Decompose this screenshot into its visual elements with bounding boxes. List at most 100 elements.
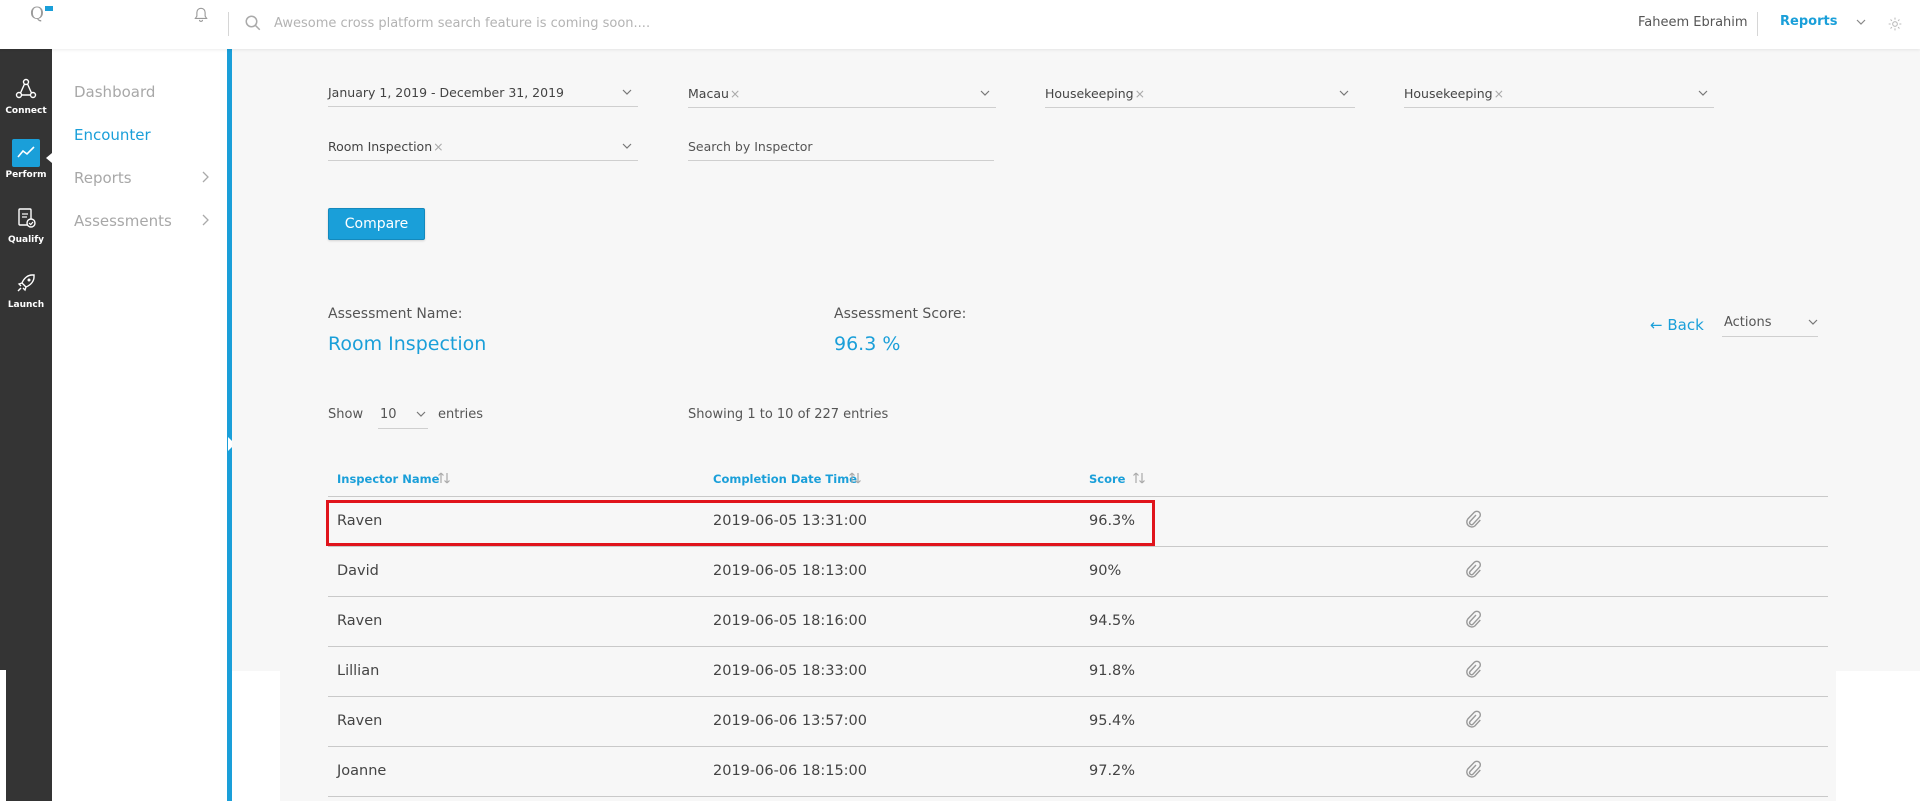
- score-cell: 95.4%: [1089, 713, 1136, 729]
- chevron-down-icon: [622, 143, 632, 149]
- rail-item-launch[interactable]: Launch: [0, 269, 52, 310]
- table-row[interactable]: Raven 2019-06-06 13:57:00 95.4%: [328, 697, 1828, 747]
- sort-icon[interactable]: [437, 470, 451, 486]
- chevron-right-icon[interactable]: [200, 171, 210, 183]
- assessment-name-label: Assessment Name:: [328, 306, 463, 322]
- rocket-icon: [17, 274, 35, 292]
- subnav-item-dashboard[interactable]: Dashboard: [74, 83, 155, 101]
- entries-label: entries: [438, 407, 484, 422]
- completion-datetime-cell: 2019-06-05 18:13:00: [713, 563, 867, 579]
- department-value: Housekeeping: [1045, 86, 1134, 101]
- rail-gap: [0, 670, 6, 801]
- date-range-value: January 1, 2019 - December 31, 2019: [328, 85, 564, 100]
- completion-datetime-cell: 2019-06-06 18:15:00: [713, 763, 867, 779]
- sort-icon[interactable]: [848, 470, 862, 486]
- connect-icon: [15, 78, 37, 99]
- chevron-down-icon: [416, 411, 426, 417]
- table-info: Showing 1 to 10 of 227 entries: [688, 407, 889, 422]
- inspector-search-input[interactable]: [688, 133, 994, 161]
- bell-icon[interactable]: [192, 6, 210, 24]
- row-divider: [328, 796, 1828, 797]
- chart-line-icon: [12, 139, 40, 167]
- score-cell: 97.2%: [1089, 763, 1136, 779]
- paperclip-icon[interactable]: [1464, 560, 1482, 580]
- table-row[interactable]: Raven 2019-06-05 18:16:00 94.5%: [328, 597, 1828, 647]
- rail-item-perform[interactable]: Perform: [0, 139, 52, 180]
- assessment-select[interactable]: Room Inspection×: [328, 133, 638, 161]
- gear-icon[interactable]: [1887, 16, 1903, 32]
- top-bar: Q Faheem Ebrahim Reports: [0, 0, 1920, 49]
- page-length-value: 10: [380, 407, 397, 422]
- subnav-item-assessments[interactable]: Assessments: [74, 212, 172, 230]
- app-rail: Connect Perform Qualify Launch: [0, 49, 52, 801]
- clear-location-icon[interactable]: ×: [730, 86, 740, 101]
- date-range-select[interactable]: January 1, 2019 - December 31, 2019: [328, 79, 638, 107]
- table-row[interactable]: Joanne 2019-06-06 18:15:00 97.2%: [328, 747, 1828, 797]
- rail-item-connect[interactable]: Connect: [0, 75, 52, 116]
- department-select-2[interactable]: Housekeeping×: [1404, 80, 1714, 108]
- subnav-item-encounter[interactable]: Encounter: [74, 126, 151, 144]
- completion-datetime-cell: 2019-06-06 13:57:00: [713, 713, 867, 729]
- show-label: Show: [328, 407, 364, 422]
- module-switcher[interactable]: Reports: [1780, 14, 1837, 29]
- inspector-name-cell: Raven: [337, 613, 383, 629]
- rail-active-indicator: [46, 153, 52, 163]
- inspector-name-cell: Raven: [337, 713, 383, 729]
- department-value: Housekeeping: [1404, 86, 1493, 101]
- app-logo[interactable]: Q: [30, 4, 53, 24]
- inspector-name-cell: David: [337, 563, 379, 579]
- rail-item-label: Connect: [5, 106, 47, 116]
- header-divider: [228, 12, 229, 36]
- paperclip-icon[interactable]: [1464, 760, 1482, 780]
- actions-label: Actions: [1724, 315, 1772, 330]
- selection-highlight: [326, 500, 1155, 546]
- inspector-name-cell: Lillian: [337, 663, 380, 679]
- subnav-item-reports[interactable]: Reports: [74, 169, 132, 187]
- compare-button[interactable]: Compare: [328, 208, 425, 240]
- sub-navigation: Dashboard Encounter Reports Assessments: [52, 49, 227, 801]
- location-value: Macau: [688, 86, 729, 101]
- completion-datetime-cell: 2019-06-05 18:33:00: [713, 663, 867, 679]
- assessment-value: Room Inspection: [328, 139, 433, 154]
- assessment-score-value: 96.3 %: [834, 333, 901, 355]
- clear-assessment-icon[interactable]: ×: [433, 139, 443, 154]
- score-cell: 90%: [1089, 563, 1122, 579]
- score-cell: 94.5%: [1089, 613, 1136, 629]
- table-row[interactable]: Lillian 2019-06-05 18:33:00 91.8%: [328, 647, 1828, 697]
- search-icon: [245, 15, 261, 31]
- clipboard-check-icon: [18, 208, 36, 228]
- chevron-down-icon: [980, 90, 990, 96]
- table-row[interactable]: David 2019-06-05 18:13:00 90%: [328, 547, 1828, 597]
- rail-item-label: Launch: [7, 300, 45, 310]
- rail-item-label: Perform: [5, 170, 47, 180]
- page-length-select[interactable]: 10: [378, 401, 428, 429]
- paperclip-icon[interactable]: [1464, 660, 1482, 680]
- rail-item-qualify[interactable]: Qualify: [0, 204, 52, 245]
- rail-item-label: Qualify: [7, 235, 45, 245]
- chevron-down-icon: [1808, 319, 1818, 325]
- back-link[interactable]: ← Back: [1650, 316, 1704, 334]
- chevron-right-icon[interactable]: [200, 214, 210, 226]
- inspector-name-cell: Joanne: [337, 763, 387, 779]
- chevron-down-icon: [1698, 90, 1708, 96]
- assessment-name-value: Room Inspection: [328, 333, 487, 355]
- chevron-down-icon: [622, 89, 632, 95]
- location-select[interactable]: Macau×: [688, 80, 996, 108]
- sort-icon[interactable]: [1132, 470, 1146, 486]
- clear-department-icon[interactable]: ×: [1135, 86, 1145, 101]
- column-header-score[interactable]: Score: [1089, 472, 1125, 486]
- score-cell: 91.8%: [1089, 663, 1136, 679]
- chevron-down-icon[interactable]: [1856, 17, 1866, 27]
- column-header-inspector-name[interactable]: Inspector Name: [337, 472, 439, 486]
- paperclip-icon[interactable]: [1464, 610, 1482, 630]
- paperclip-icon[interactable]: [1464, 510, 1482, 530]
- actions-dropdown[interactable]: Actions: [1722, 308, 1818, 337]
- global-search-input[interactable]: [274, 13, 974, 33]
- clear-department-icon[interactable]: ×: [1494, 86, 1504, 101]
- assessment-score-label: Assessment Score:: [834, 306, 967, 322]
- paperclip-icon[interactable]: [1464, 710, 1482, 730]
- department-select-1[interactable]: Housekeeping×: [1045, 80, 1355, 108]
- chevron-down-icon: [1339, 90, 1349, 96]
- column-header-completion-date-time[interactable]: Completion Date Time: [713, 472, 857, 486]
- user-name[interactable]: Faheem Ebrahim: [1638, 15, 1748, 30]
